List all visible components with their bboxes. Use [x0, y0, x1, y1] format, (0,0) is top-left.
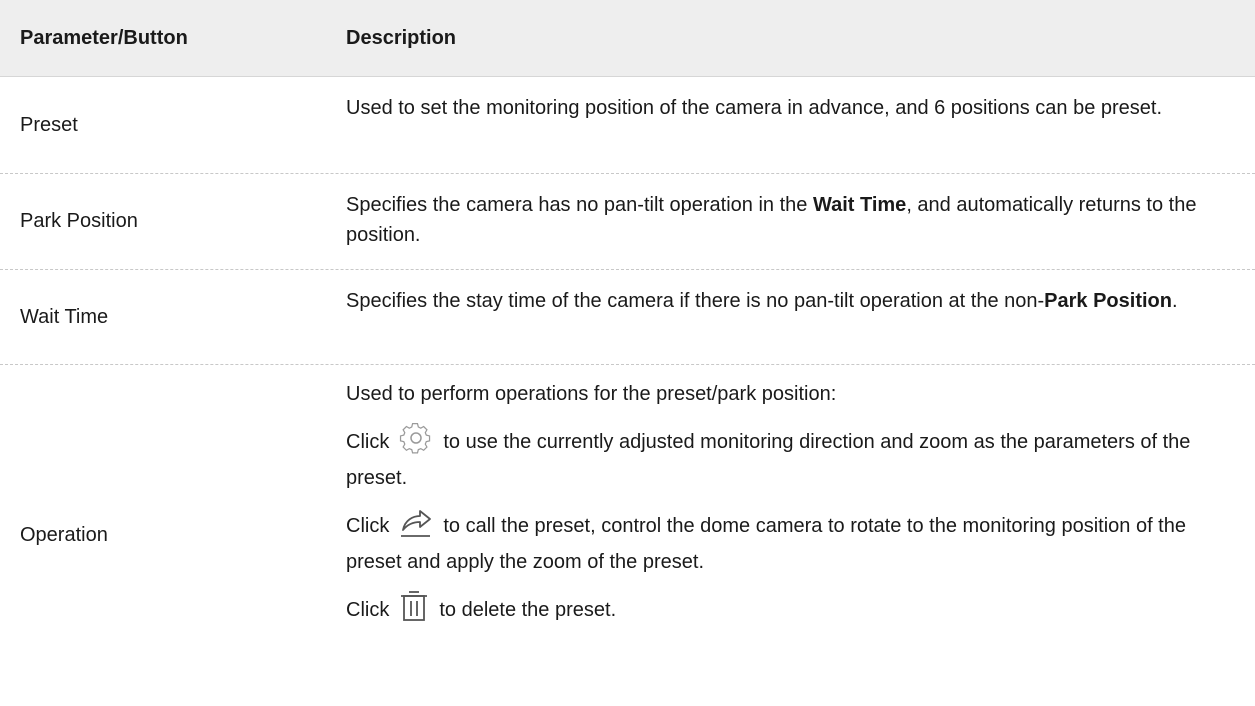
settings-desc: to use the currently adjusted monitoring…	[346, 430, 1191, 489]
operation-intro: Used to perform operations for the prese…	[346, 383, 837, 405]
desc-bold-term: Wait Time	[812, 194, 907, 216]
desc-operation: Used to perform operations for the prese…	[346, 365, 1255, 706]
param-wait-time: Wait Time	[20, 305, 109, 328]
share-arrow-icon	[397, 506, 435, 547]
gear-icon	[397, 422, 435, 463]
table-row: Operation Used to perform operations for…	[0, 365, 1255, 706]
click-label: Click	[346, 514, 390, 537]
header-parameter: Parameter/Button	[20, 26, 188, 49]
operation-delete-line: Click to delete the preset.	[346, 590, 1225, 631]
parameter-table: Parameter/Button Description Preset Used…	[0, 0, 1255, 706]
desc-text: Specifies the camera has no pan-tilt ope…	[346, 194, 813, 216]
table-header: Parameter/Button Description	[0, 0, 1255, 77]
header-description: Description	[346, 27, 457, 49]
param-preset: Preset	[20, 113, 78, 136]
desc-text: .	[1171, 290, 1178, 312]
operation-call-line: Click to call the preset, control the dom…	[346, 506, 1225, 577]
param-operation: Operation	[20, 524, 108, 546]
param-park-position: Park Position	[20, 210, 138, 232]
click-label: Click	[346, 598, 390, 621]
desc-text: Specifies the stay time of the camera if…	[346, 290, 1045, 312]
table-row: Wait Time Specifies the stay time of the…	[0, 270, 1255, 365]
desc-bold-term: Park Position	[1044, 290, 1172, 312]
click-label: Click	[346, 430, 390, 453]
desc-park-position: Specifies the camera has no pan-tilt ope…	[346, 174, 1255, 269]
table-row: Park Position Specifies the camera has n…	[0, 174, 1255, 270]
desc-wait-time: Specifies the stay time of the camera if…	[346, 270, 1255, 364]
desc-preset: Used to set the monitoring position of t…	[346, 97, 1163, 119]
delete-desc: to delete the preset.	[439, 598, 617, 621]
table-row: Preset Used to set the monitoring positi…	[0, 77, 1255, 174]
call-desc: to call the preset, control the dome cam…	[346, 514, 1186, 573]
trash-icon	[397, 590, 431, 631]
operation-settings-line: Click to use the currently adjusted monit…	[346, 422, 1225, 493]
